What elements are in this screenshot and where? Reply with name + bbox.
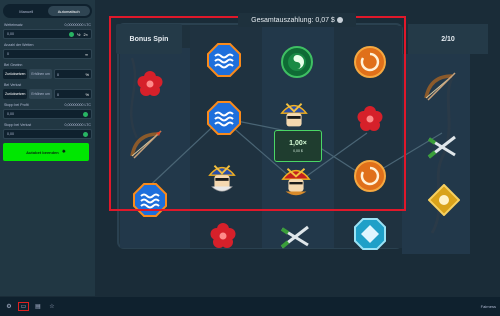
rounds-field[interactable]: 0 ∞: [3, 49, 92, 59]
stop-loss-label-row: Stopp bei Verlust 0,00000000 LTC: [4, 123, 91, 127]
crossed-swords-symbol: [277, 218, 313, 254]
bow-icon: [424, 72, 456, 101]
bet-amount-value[interactable]: 0,00: [7, 32, 67, 36]
on-win-label-row: Bei Gewinn: [4, 63, 91, 67]
currency-icon: [83, 131, 88, 137]
spin-counter: 2/10: [408, 24, 488, 54]
stop-loss-value[interactable]: 0,00: [7, 132, 81, 136]
stop-profit-value[interactable]: 0,00: [7, 112, 81, 116]
on-loss-reset-button[interactable]: Zurücksetzen: [3, 89, 28, 99]
on-loss-percent-value[interactable]: 0: [55, 92, 86, 97]
on-loss-label-row: Bei Verlust: [4, 83, 91, 87]
bet-label: Wetteinsatz: [4, 23, 23, 27]
crossed-swords-icon: [280, 225, 309, 249]
bow-symbol: [422, 70, 458, 106]
rounds-value[interactable]: 0: [7, 52, 82, 56]
on-loss-percent-field[interactable]: 0 %: [53, 89, 92, 99]
crossed-swords-icon: [427, 135, 456, 159]
on-win-increase-button[interactable]: Erhöhen um: [29, 69, 52, 79]
infinity-icon: ∞: [85, 51, 88, 57]
total-payout-label: Gesamtauszahlung: 0,07 $: [251, 16, 335, 24]
on-loss-increase-button[interactable]: Erhöhen um: [29, 89, 52, 99]
flower-symbol: [205, 218, 241, 254]
flower-icon: [210, 223, 236, 248]
bet-amount-crypto: 0,00000000 LTC: [64, 23, 91, 27]
on-win-control: Zurücksetzen Erhöhen um 0 %: [3, 69, 92, 79]
stop-loss-label: Stopp bei Verlust: [4, 123, 32, 127]
crossed-swords-symbol: [424, 128, 460, 164]
stop-loss-crypto: 0,00000000 LTC: [64, 123, 91, 127]
ice-symbol: [352, 216, 388, 252]
currency-icon: [69, 31, 75, 37]
on-loss-label: Bei Verlust: [4, 83, 22, 87]
on-win-percent-value[interactable]: 0: [55, 72, 86, 77]
manual-tab[interactable]: Manuell: [5, 6, 48, 16]
percent-icon: %: [85, 71, 89, 77]
rounds-label-row: Anzahl der Wetten: [4, 43, 91, 47]
auto-tab[interactable]: Automatisch: [47, 6, 90, 16]
settings-icon[interactable]: ⚙: [4, 302, 14, 312]
spinner-icon: ✹: [61, 149, 66, 155]
percent-icon: %: [85, 91, 89, 97]
on-loss-control: Zurücksetzen Erhöhen um 0 %: [3, 89, 92, 99]
theatre-mode-icon[interactable]: ▭: [18, 302, 29, 311]
fairness-link[interactable]: Fairness: [481, 304, 496, 309]
bet-label-row: Wetteinsatz 0,00000000 LTC: [4, 23, 91, 27]
total-payout: Gesamtauszahlung: 0,07 $: [238, 13, 356, 27]
currency-icon: [83, 111, 88, 117]
currency-icon: [336, 17, 343, 23]
stop-profit-label: Stopp bei Profit: [4, 103, 29, 107]
footer-bar: ⚙ ▭ ▤ ☆ Fairness: [0, 296, 500, 316]
stats-icon[interactable]: ▤: [33, 302, 43, 312]
autobet-stop-button[interactable]: Autobet beenden ✹: [3, 143, 89, 161]
highlight-box: [109, 16, 406, 211]
autobet-stop-label: Autobet beenden: [26, 149, 59, 155]
on-win-label: Bei Gewinn: [4, 63, 23, 67]
stop-loss-field[interactable]: 0,00: [3, 129, 92, 139]
ice-crest-icon: [354, 218, 386, 250]
gold-crest-symbol: [426, 182, 462, 218]
on-win-percent-field[interactable]: 0 %: [53, 69, 92, 79]
stop-profit-field[interactable]: 0,00: [3, 109, 92, 119]
mode-toggle: Manuell Automatisch: [3, 4, 92, 18]
control-panel: Manuell Automatisch Wetteinsatz 0,000000…: [0, 0, 95, 296]
on-win-reset-button[interactable]: Zurücksetzen: [3, 69, 28, 79]
stop-profit-crypto: 0,00000000 LTC: [64, 103, 91, 107]
favorite-icon[interactable]: ☆: [47, 302, 57, 312]
rounds-label: Anzahl der Wetten: [4, 43, 34, 47]
half-button[interactable]: ½: [77, 32, 80, 37]
bet-amount-field[interactable]: 0,00 ½ 2×: [3, 29, 92, 39]
double-button[interactable]: 2×: [83, 32, 88, 37]
stop-profit-label-row: Stopp bei Profit 0,00000000 LTC: [4, 103, 91, 107]
gold-crest-icon: [428, 184, 460, 216]
